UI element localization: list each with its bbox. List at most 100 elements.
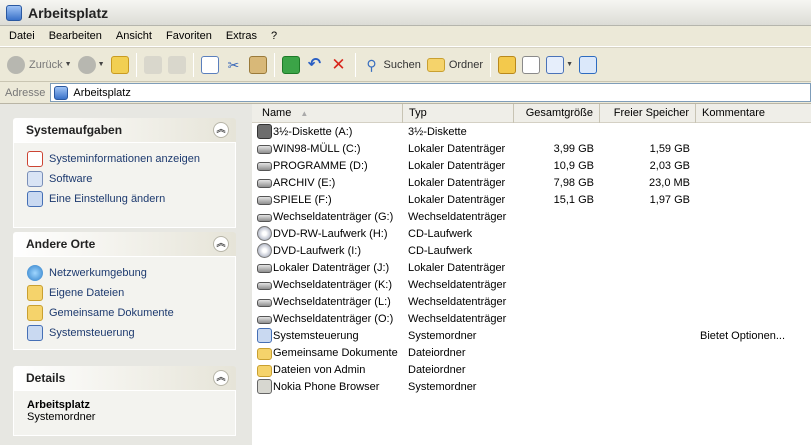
details-header[interactable]: Details ︽ [13, 366, 236, 390]
address-label: Adresse [5, 86, 46, 99]
table-row[interactable]: Systemsteuerung Systemordner Bietet Option… [252, 328, 811, 345]
delete-button[interactable]: ✕ [327, 52, 351, 78]
cell-type: Lokaler Datenträger [408, 143, 506, 155]
table-row[interactable]: 3½-Diskette (A:) 3½-Diskette [252, 124, 811, 141]
collapse-icon[interactable]: ︽ [213, 122, 229, 138]
task-label: Systeminformationen anzeigen [49, 153, 201, 165]
other-places-header[interactable]: Andere Orte ︽ [13, 232, 236, 256]
place-shared-documents[interactable]: Gemeinsame Dokumente [27, 303, 235, 323]
place-label: Netzwerkumgebung [49, 267, 147, 279]
cell-free-space: 1,59 GB [649, 143, 690, 155]
table-row[interactable]: Dateien von Admin Dateiordner [252, 362, 811, 379]
column-type[interactable]: Typ [403, 104, 514, 123]
place-label: Gemeinsame Dokumente [49, 307, 174, 319]
table-row[interactable]: Wechseldatenträger (O:) Wechseldatenträge… [252, 311, 811, 328]
column-comments[interactable]: Kommentare [696, 104, 811, 123]
table-row[interactable]: DVD-Laufwerk (I:) CD-Laufwerk [252, 243, 811, 260]
cell-name: DVD-RW-Laufwerk (H:) [273, 228, 388, 240]
views-button[interactable]: ▼ [543, 52, 576, 78]
toolbar-separator [354, 52, 356, 77]
scissors-icon: ✂ [227, 56, 240, 73]
back-button[interactable]: Zurück ▼ [4, 52, 75, 78]
undo-button[interactable]: ↶ [303, 52, 327, 78]
table-row[interactable]: ARCHIV (E:) Lokaler Datenträger 7,98 GB 23,… [252, 175, 811, 192]
table-row[interactable]: Nokia Phone Browser Systemordner [252, 379, 811, 396]
cell-free-space: 2,03 GB [649, 160, 690, 172]
system-info-icon [27, 151, 43, 167]
refresh-button[interactable] [279, 52, 303, 78]
task-software[interactable]: Software [27, 169, 235, 189]
properties-button[interactable] [519, 52, 543, 78]
cell-free-space: 1,97 GB [649, 194, 690, 206]
paste-button[interactable] [246, 52, 270, 78]
table-row[interactable]: Lokaler Datenträger (J:) Lokaler Datenträ… [252, 260, 811, 277]
collapse-icon[interactable]: ︽ [213, 236, 229, 252]
place-network[interactable]: Netzwerkumgebung [27, 263, 235, 283]
place-control-panel[interactable]: Systemsteuerung [27, 323, 235, 343]
forward-button[interactable]: ▼ [75, 52, 108, 78]
menu-help[interactable]: ? [264, 28, 284, 44]
cell-type: Systemordner [408, 381, 477, 393]
table-row[interactable]: SPIELE (F:) Lokaler Datenträger 15,1 GB 1,9… [252, 192, 811, 209]
favorites-button[interactable] [495, 52, 519, 78]
menu-extras[interactable]: Extras [219, 28, 264, 44]
table-row[interactable]: WIN98-MÜLL (C:) Lokaler Datenträger 3,99 G… [252, 141, 811, 158]
removable-drive-icon [257, 316, 272, 324]
menu-bearbeiten[interactable]: Bearbeiten [42, 28, 109, 44]
table-row[interactable]: DVD-RW-Laufwerk (H:) CD-Laufwerk [252, 226, 811, 243]
column-total-size[interactable]: Gesamtgröße [514, 104, 600, 123]
removable-drive-icon [257, 214, 272, 222]
collapse-icon[interactable]: ︽ [213, 370, 229, 386]
cd-drive-icon [257, 243, 272, 258]
copy-to-button[interactable] [165, 52, 189, 78]
task-system-info[interactable]: Systeminformationen anzeigen [27, 149, 235, 169]
folder-icon [426, 57, 445, 72]
back-arrow-icon [7, 55, 25, 74]
chevron-down-icon[interactable]: ▼ [65, 61, 72, 68]
cell-type: 3½-Diskette [408, 126, 467, 138]
system-tasks-header[interactable]: Systemaufgaben ︽ [13, 118, 236, 142]
cell-type: Lokaler Datenträger [408, 194, 506, 206]
folders-button[interactable]: Ordner [424, 52, 486, 78]
table-row[interactable]: PROGRAMME (D:) Lokaler Datenträger 10,9 GB… [252, 158, 811, 175]
move-to-button[interactable] [141, 52, 165, 78]
toolbar-separator [490, 52, 492, 77]
up-button[interactable] [108, 52, 132, 78]
favorites-folder-icon [498, 55, 517, 74]
menu-datei[interactable]: Datei [2, 28, 42, 44]
cell-free-space: 23,0 MB [649, 177, 690, 189]
copy-button[interactable] [198, 52, 222, 78]
chevron-down-icon[interactable]: ▼ [98, 61, 105, 68]
control-panel-icon [27, 325, 43, 341]
column-header-row: Name ▲ Typ Gesamtgröße Freier Speicher K… [252, 104, 811, 123]
table-row[interactable]: Wechseldatenträger (L:) Wechseldatenträge… [252, 294, 811, 311]
floppy-icon [257, 124, 272, 139]
cell-type: Dateiordner [408, 364, 466, 376]
delete-x-icon: ✕ [331, 54, 346, 74]
table-row[interactable]: Wechseldatenträger (G:) Wechseldatenträge… [252, 209, 811, 226]
cell-type: CD-Laufwerk [408, 228, 473, 240]
other-places-body: Netzwerkumgebung Eigene Dateien Gemeinsa… [13, 256, 236, 350]
details-title: Details [26, 371, 66, 385]
table-row[interactable]: Wechseldatenträger (K:) Wechseldatenträge… [252, 277, 811, 294]
system-tasks-title: Systemaufgaben [26, 123, 123, 137]
hard-drive-icon [257, 145, 272, 154]
menu-bar: Datei Bearbeiten Ansicht Favoriten Extra… [0, 26, 811, 47]
task-change-setting[interactable]: Eine Einstellung ändern [27, 189, 235, 209]
sync-button[interactable] [576, 52, 600, 78]
views-icon [546, 55, 565, 74]
documents-folder-icon [27, 285, 43, 301]
cut-button[interactable]: ✂ [222, 52, 246, 78]
chevron-down-icon[interactable]: ▼ [566, 61, 573, 68]
properties-icon [522, 55, 541, 74]
cell-name: WIN98-MÜLL (C:) [273, 143, 361, 155]
paste-icon [248, 55, 267, 74]
table-row[interactable]: Gemeinsame Dokumente Dateiordner [252, 345, 811, 362]
menu-favoriten[interactable]: Favoriten [159, 28, 219, 44]
place-my-documents[interactable]: Eigene Dateien [27, 283, 235, 303]
address-field[interactable]: Arbeitsplatz [50, 83, 811, 102]
column-name[interactable]: Name ▲ [252, 104, 403, 123]
menu-ansicht[interactable]: Ansicht [109, 28, 159, 44]
search-button[interactable]: ⚲ Suchen [360, 52, 424, 78]
column-free-space[interactable]: Freier Speicher [600, 104, 696, 123]
